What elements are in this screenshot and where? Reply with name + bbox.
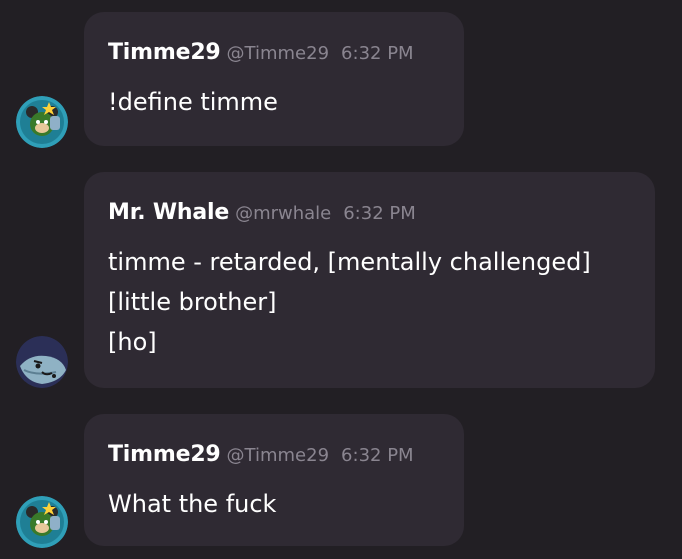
user-avatar[interactable]	[16, 336, 68, 388]
author-name[interactable]: Timme29	[108, 442, 221, 467]
message-text: timme - retarded, [mentally challenged] …	[108, 242, 631, 362]
message-bubble[interactable]: Timme29 @Timme29 6:32 PM What the fuck	[84, 414, 464, 546]
message-timestamp: 6:32 PM	[341, 43, 414, 64]
message-line: [ho]	[108, 328, 157, 356]
author-name[interactable]: Mr. Whale	[108, 200, 229, 225]
message-line: timme - retarded, [mentally challenged]	[108, 248, 591, 276]
message-bubble[interactable]: Timme29 @Timme29 6:32 PM !define timme	[84, 12, 464, 146]
author-name[interactable]: Timme29	[108, 40, 221, 65]
mickey-avatar-icon	[16, 496, 68, 548]
message-text: What the fuck	[108, 484, 440, 524]
user-avatar[interactable]	[16, 96, 68, 148]
message-line: [little brother]	[108, 288, 277, 316]
message-text: !define timme	[108, 82, 440, 122]
message-line: What the fuck	[108, 490, 277, 518]
author-handle: @Timme29	[226, 445, 330, 466]
message-header: Timme29 @Timme29 6:32 PM	[108, 38, 440, 68]
mickey-avatar-icon	[16, 96, 68, 148]
author-handle: @Timme29	[226, 43, 330, 64]
user-avatar[interactable]	[16, 496, 68, 548]
message-line: !define timme	[108, 88, 278, 116]
whale-avatar-icon	[16, 336, 68, 388]
message-header: Mr. Whale @mrwhale 6:32 PM	[108, 198, 631, 228]
message-timestamp: 6:32 PM	[343, 203, 416, 224]
message-header: Timme29 @Timme29 6:32 PM	[108, 440, 440, 470]
message-bubble[interactable]: Mr. Whale @mrwhale 6:32 PM timme - retarde…	[84, 172, 655, 388]
author-handle: @mrwhale	[235, 203, 332, 224]
message-timestamp: 6:32 PM	[341, 445, 414, 466]
